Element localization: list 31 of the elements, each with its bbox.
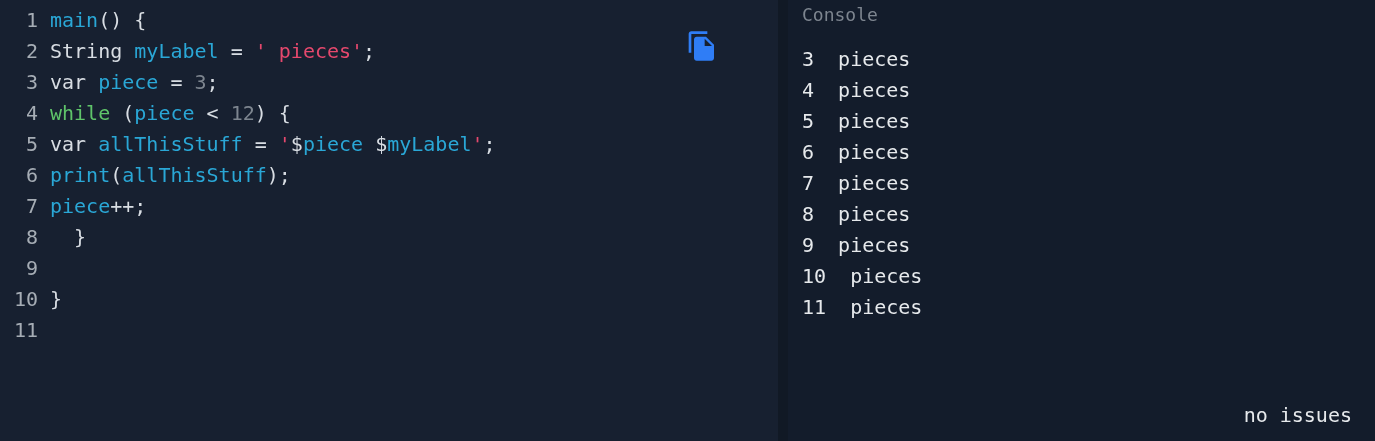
line-number: 8 [24,224,38,251]
line-number: 1 [24,7,38,34]
code-line: var allThisStuff = '$piece $myLabel'; [50,131,496,158]
console-output-line: 3 pieces [802,46,911,73]
console-title: Console [802,3,878,27]
console-output-line: 4 pieces [802,77,911,104]
console-output-line: 10 pieces [802,263,923,290]
line-number: 6 [24,162,38,189]
code-line: main() { [50,7,147,34]
code-line: var piece = 3; [50,69,219,96]
line-number: 3 [24,69,38,96]
console-output-line: 11 pieces [802,294,923,321]
console-output-line: 8 pieces [802,201,911,228]
console-output-line: 9 pieces [802,232,911,259]
console-output-line: 7 pieces [802,170,911,197]
line-number: 5 [24,131,38,158]
line-number: 10 [12,286,38,313]
code-line: print(allThisStuff); [50,162,291,189]
code-line: } [73,224,87,251]
code-line: piece++; [50,193,147,220]
line-number: 4 [24,100,38,127]
code-line: } [50,286,63,313]
line-number: 11 [12,317,38,344]
code-line: String myLabel = ' pieces'; [50,38,376,65]
status-text: no issues [1243,402,1352,429]
code-line: while (piece < 12) { [50,100,291,127]
console-output-line: 5 pieces [802,108,911,135]
console-output-line: 6 pieces [802,139,911,166]
line-number: 7 [24,193,38,220]
line-number: 9 [24,255,38,282]
line-number: 2 [24,38,38,65]
